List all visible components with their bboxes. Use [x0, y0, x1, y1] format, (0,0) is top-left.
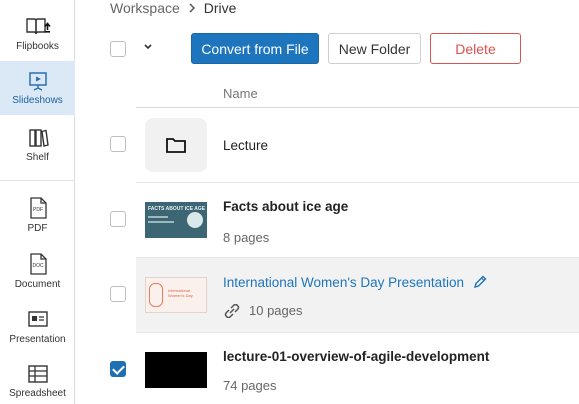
row-checkbox[interactable]: [110, 136, 126, 152]
new-folder-button[interactable]: New Folder: [328, 33, 421, 64]
table-row[interactable]: FACTS ABOUT ICE AGE Facts about ice age …: [110, 183, 579, 258]
table-row[interactable]: Lecture: [110, 108, 579, 183]
book-upload-icon: [25, 18, 51, 35]
breadcrumb: Workspace Drive: [110, 0, 236, 16]
thumbnail-title: FACTS ABOUT ICE AGE: [148, 206, 206, 212]
row-name[interactable]: Facts about ice age: [223, 199, 348, 214]
presentation-icon: [27, 311, 48, 327]
sidebar-item-label: Shelf: [26, 152, 49, 163]
row-checkbox[interactable]: [110, 286, 126, 302]
sidebar-item-pdf[interactable]: PDF PDF: [0, 192, 75, 238]
delete-button[interactable]: Delete: [430, 33, 521, 64]
row-name[interactable]: lecture-01-overview-of-agile-development: [223, 349, 489, 364]
sidebar-item-slideshows[interactable]: Slideshows: [0, 61, 75, 115]
doc-file-icon: DOC: [29, 253, 47, 275]
thumbnail-line: [148, 216, 168, 218]
name-column-header[interactable]: Name: [223, 86, 258, 101]
row-meta: 10 pages: [223, 303, 303, 318]
sidebar-item-label: Flipbooks: [16, 41, 59, 52]
slideshow-thumbnail: FACTS ABOUT ICE AGE: [145, 202, 207, 238]
folder-icon: [166, 138, 186, 153]
row-name[interactable]: International Women's Day Presentation: [223, 275, 464, 290]
folder-thumbnail: [145, 118, 207, 172]
thumbnail-figure: [149, 283, 163, 307]
thumbnail-title: International Women's Day: [168, 288, 193, 298]
spreadsheet-icon: [27, 365, 48, 383]
link-icon[interactable]: [223, 303, 241, 318]
sidebar-item-label: Document: [14, 279, 61, 290]
row-page-count: 74 pages: [223, 378, 277, 393]
sidebar-item-flipbooks[interactable]: Flipbooks: [0, 10, 75, 58]
pencil-edit-icon[interactable]: [472, 274, 488, 290]
row-name-wrapper[interactable]: International Women's Day Presentation: [223, 274, 488, 290]
pdf-file-icon: PDF: [29, 197, 47, 219]
slideshow-thumbnail: International Women's Day: [145, 277, 207, 313]
chevron-down-icon[interactable]: [143, 42, 153, 52]
breadcrumb-current: Drive: [203, 0, 237, 16]
sidebar-item-shelf[interactable]: Shelf: [0, 120, 75, 170]
sidebar-item-label: Spreadsheet: [9, 388, 66, 399]
sidebar-item-presentation[interactable]: Presentation: [0, 304, 75, 350]
breadcrumb-workspace[interactable]: Workspace: [110, 0, 180, 16]
shelf-icon: [28, 129, 49, 147]
thumbnail-line: [148, 221, 174, 223]
slideshow-icon: [28, 72, 47, 91]
table-row[interactable]: International Women's Day International …: [110, 258, 579, 333]
row-page-count: 8 pages: [223, 230, 270, 245]
convert-from-file-button[interactable]: Convert from File: [191, 33, 319, 64]
row-checkbox[interactable]: [110, 361, 126, 377]
row-name[interactable]: Lecture: [223, 138, 268, 153]
sidebar-item-label: Slideshows: [12, 95, 63, 106]
sidebar: Flipbooks Slideshows Shelf PDF PDF DOC D…: [0, 0, 75, 404]
app: Flipbooks Slideshows Shelf PDF PDF DOC D…: [0, 0, 579, 404]
chevron-right-icon: [189, 3, 195, 13]
sidebar-item-label: PDF: [27, 223, 48, 234]
svg-text:DOC: DOC: [32, 263, 44, 269]
slideshow-thumbnail: [145, 352, 207, 388]
row-checkbox[interactable]: [110, 211, 126, 227]
svg-text:PDF: PDF: [33, 207, 43, 213]
table-row[interactable]: lecture-01-overview-of-agile-development…: [110, 333, 579, 404]
row-page-count: 10 pages: [249, 303, 303, 318]
thumbnail-circle: [187, 212, 203, 228]
sidebar-item-spreadsheet[interactable]: Spreadsheet: [0, 358, 75, 404]
select-all-checkbox[interactable]: [110, 41, 126, 57]
main-content: Workspace Drive Convert from File New Fo…: [76, 0, 579, 404]
sidebar-item-label: Presentation: [9, 334, 66, 345]
sidebar-item-document[interactable]: DOC Document: [0, 248, 75, 294]
sidebar-divider: [0, 180, 75, 181]
